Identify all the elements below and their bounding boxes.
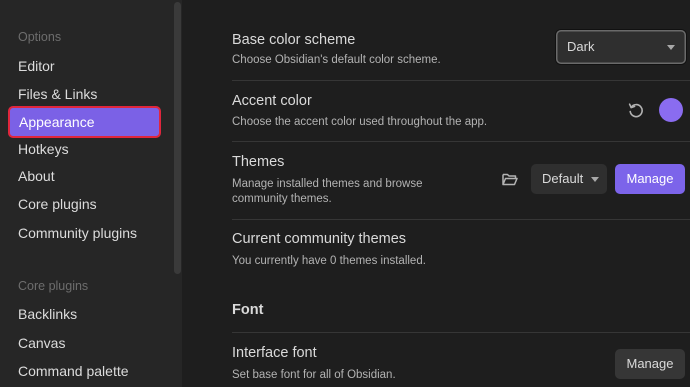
theme-value: Default (542, 171, 584, 186)
sidebar-item-community-plugins[interactable]: Community plugins (18, 225, 137, 241)
manage-themes-button[interactable]: Manage (615, 164, 685, 194)
base-color-dropdown[interactable]: Dark (556, 30, 686, 64)
manage-interface-font-button[interactable]: Manage (615, 349, 685, 379)
sidebar-item-backlinks[interactable]: Backlinks (18, 306, 77, 322)
chevron-down-icon (667, 45, 675, 50)
divider (232, 141, 690, 142)
sidebar-item-appearance[interactable]: Appearance (8, 106, 161, 138)
sidebar-section-core-plugins: Core plugins (18, 279, 89, 293)
themes-desc: Manage installed themes and browse commu… (232, 178, 423, 205)
accent-color-swatch[interactable] (659, 98, 683, 122)
sidebar-item-command-palette[interactable]: Command palette (18, 363, 129, 379)
accent-color-title: Accent color (232, 93, 312, 109)
sidebar-scrollbar[interactable] (174, 2, 181, 274)
theme-dropdown[interactable]: Default (531, 164, 607, 194)
base-color-desc: Choose Obsidian's default color scheme. (232, 54, 441, 66)
base-color-title: Base color scheme (232, 32, 356, 48)
chevron-down-icon (591, 177, 599, 182)
community-themes-title: Current community themes (232, 231, 407, 247)
base-color-value: Dark (567, 39, 595, 54)
sidebar-section-options: Options (18, 30, 62, 44)
sidebar-item-core-plugins[interactable]: Core plugins (18, 196, 97, 212)
divider (232, 332, 690, 333)
divider (232, 219, 690, 220)
divider (232, 80, 690, 81)
community-themes-desc: You currently have 0 themes installed. (232, 255, 426, 267)
accent-color-desc: Choose the accent color used throughout … (232, 116, 488, 128)
settings-content: Base color scheme Choose Obsidian's defa… (182, 0, 690, 387)
sidebar-item-editor[interactable]: Editor (18, 58, 55, 74)
sidebar-item-canvas[interactable]: Canvas (18, 335, 65, 351)
settings-sidebar: Options Editor Files & Links Appearance … (0, 0, 182, 387)
sidebar-item-about[interactable]: About (18, 168, 55, 184)
reset-icon[interactable] (627, 101, 645, 119)
themes-title: Themes (232, 154, 285, 170)
interface-font-title: Interface font (232, 345, 317, 361)
interface-font-desc: Set base font for all of Obsidian. (232, 369, 396, 381)
folder-icon[interactable] (501, 170, 519, 188)
font-section-heading: Font (232, 302, 264, 318)
sidebar-item-files-links[interactable]: Files & Links (18, 86, 97, 102)
settings-window: Options Editor Files & Links Appearance … (0, 0, 690, 387)
sidebar-item-hotkeys[interactable]: Hotkeys (18, 141, 69, 157)
